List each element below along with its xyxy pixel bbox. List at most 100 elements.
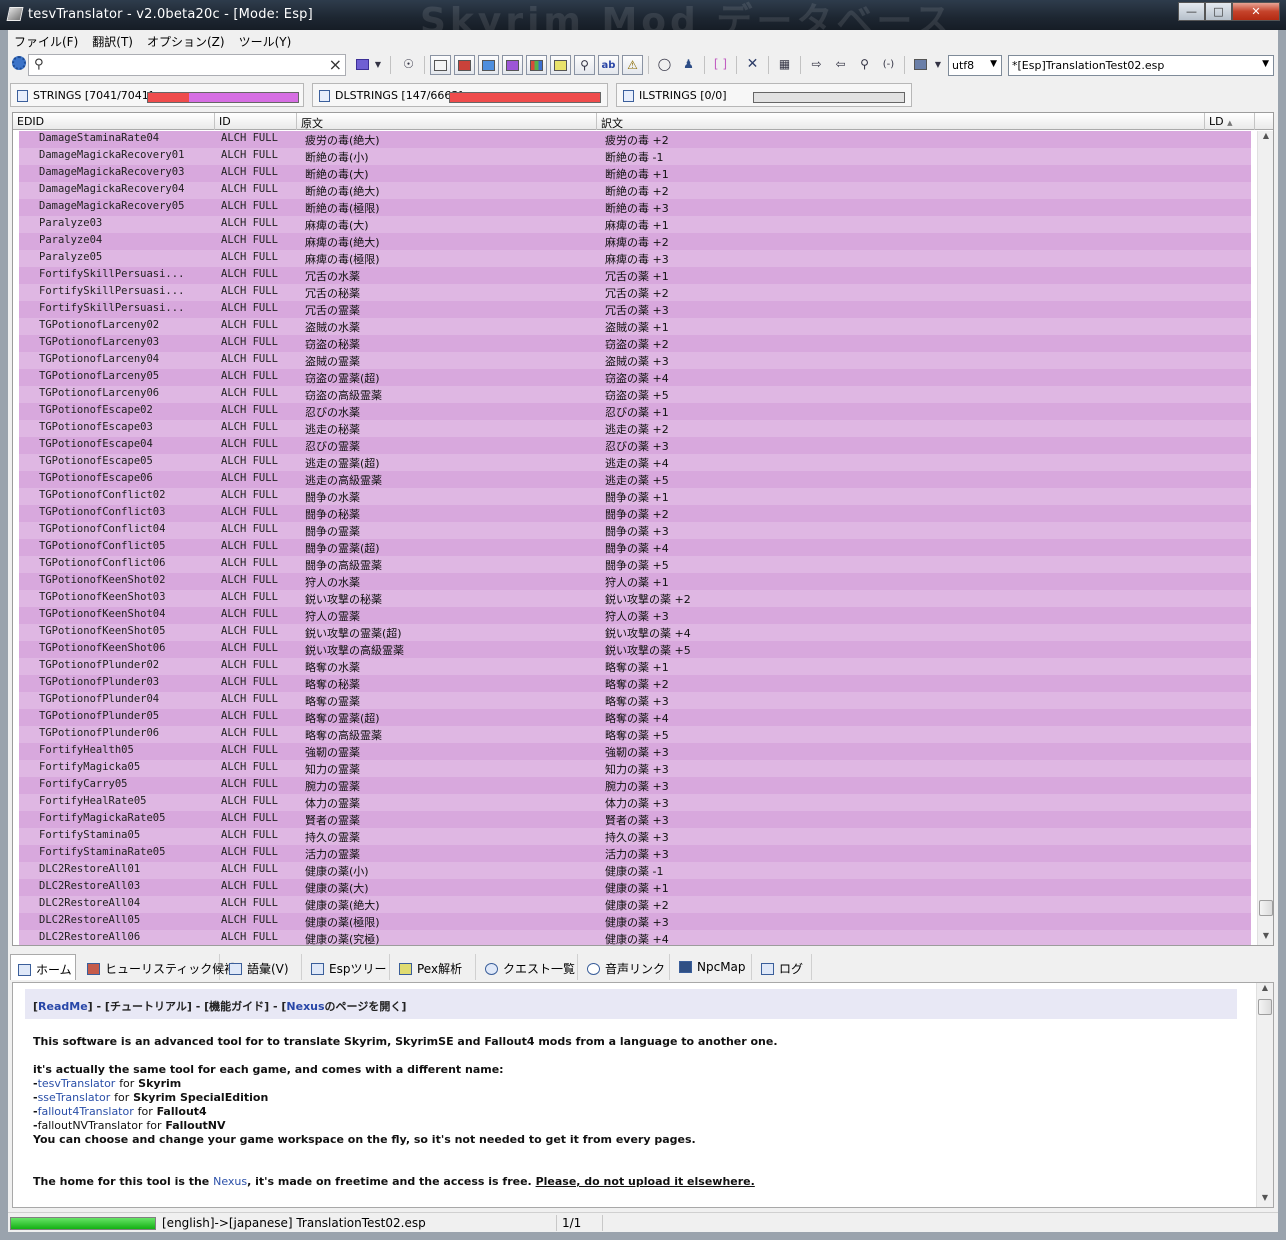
find-icon[interactable]: ⚲ (574, 55, 595, 75)
tesv-translator-link[interactable]: tesvTranslator (38, 1077, 116, 1090)
maximize-button[interactable]: □ (1205, 2, 1232, 21)
table-row[interactable]: FortifyHealRate05 ALCH FULL 体力の霊薬 体力の薬 +3 (19, 794, 1251, 811)
esp-file-select[interactable]: *[Esp]TranslationTest02.esp ▼ (1008, 55, 1274, 76)
clear-search-icon[interactable]: × (329, 55, 342, 74)
table-row[interactable]: TGPotionofKeenShot04 ALCH FULL 狩人の霊薬 狩人の薬 +… (19, 607, 1251, 624)
table-row[interactable]: TGPotionofKeenShot05 ALCH FULL 鋭い攻撃の霊薬(超) 鋭… (19, 624, 1251, 641)
tutorial-link[interactable]: チュートリアル (110, 1000, 187, 1013)
menu-options[interactable]: オプション(Z) (141, 30, 233, 50)
info-vertical-scrollbar[interactable]: ▲ ▼ (1256, 983, 1273, 1207)
table-row[interactable]: TGPotionofPlunder05 ALCH FULL 略奪の霊薬(超) 略奪の薬… (19, 709, 1251, 726)
comment-icon[interactable]: ◯ (654, 55, 675, 75)
scroll-down-icon[interactable]: ▼ (1258, 931, 1273, 945)
table-row[interactable]: FortifySkillPersuasi... ALCH FULL 冗舌の水薬 冗舌の… (19, 267, 1251, 284)
table-icon[interactable]: ▦ (774, 55, 795, 75)
scroll-up-icon[interactable]: ▲ (1258, 131, 1273, 145)
table-row[interactable]: DamageMagickaRecovery05 ALCH FULL 断絶の毒(極限)… (19, 199, 1251, 216)
bracket-icon[interactable]: [ ] (710, 55, 731, 75)
code-icon[interactable]: (-) (878, 55, 899, 75)
tab-esp-tree[interactable]: Espツリー (304, 954, 390, 980)
tab-pex[interactable]: Pex解析 (392, 954, 476, 980)
tab-npc-map[interactable]: NpcMap (672, 954, 752, 980)
table-row[interactable]: TGPotionofConflict04 ALCH FULL 闘争の霊薬 闘争の薬 +… (19, 522, 1251, 539)
table-row[interactable]: FortifyMagickaRate05 ALCH FULL 賢者の霊薬 賢者の薬 +… (19, 811, 1251, 828)
readme-link[interactable]: ReadMe (38, 1000, 88, 1013)
table-row[interactable]: Paralyze04 ALCH FULL 麻痺の毒(絶大) 麻痺の毒 +2 (19, 233, 1251, 250)
table-row[interactable]: FortifyMagicka05 ALCH FULL 知力の霊薬 知力の薬 +3 (19, 760, 1251, 777)
export-icon[interactable]: ⇨ (806, 55, 827, 75)
table-row[interactable]: DamageMagickaRecovery01 ALCH FULL 断絶の毒(小) 断… (19, 148, 1251, 165)
table-row[interactable]: TGPotionofConflict05 ALCH FULL 闘争の霊薬(超) 闘争の… (19, 539, 1251, 556)
table-row[interactable]: TGPotionofEscape06 ALCH FULL 逃走の高級霊薬 逃走の薬 +… (19, 471, 1251, 488)
import-icon[interactable]: ⇦ (830, 55, 851, 75)
feature-guide-link[interactable]: 機能ガイド (209, 1000, 264, 1013)
table-row[interactable]: FortifySkillPersuasi... ALCH FULL 冗舌の霊薬 冗舌の… (19, 301, 1251, 318)
view-red-icon[interactable] (454, 55, 475, 75)
search-input[interactable] (51, 57, 341, 73)
table-row[interactable]: TGPotionofLarceny03 ALCH FULL 窃盗の秘薬 窃盗の薬 +2 (19, 335, 1251, 352)
table-row[interactable]: FortifyCarry05 ALCH FULL 腕力の霊薬 腕力の薬 +3 (19, 777, 1251, 794)
settings-gear-icon[interactable] (12, 56, 26, 70)
view-purple-icon[interactable] (502, 55, 523, 75)
table-row[interactable]: DLC2RestoreAll03 ALCH FULL 健康の薬(大) 健康の薬 +1 (19, 879, 1251, 896)
table-row[interactable]: TGPotionofKeenShot06 ALCH FULL 鋭い攻撃の高級霊薬 鋭い… (19, 641, 1251, 658)
view-yellow-icon[interactable] (550, 55, 571, 75)
tab-voice-link[interactable]: 音声リンク (580, 954, 670, 980)
info-scroll-up-icon[interactable]: ▲ (1257, 983, 1273, 997)
grid-vertical-scrollbar[interactable]: ▲ ▼ (1257, 131, 1273, 945)
col-header-translation[interactable]: 訳文 (597, 113, 1205, 130)
table-row[interactable]: Paralyze03 ALCH FULL 麻痺の毒(大) 麻痺の毒 +1 (19, 216, 1251, 233)
tab-home[interactable]: ホーム (10, 954, 76, 980)
minimize-button[interactable]: — (1178, 2, 1205, 21)
table-row[interactable]: TGPotionofLarceny04 ALCH FULL 盗賊の霊薬 盗賊の薬 +3 (19, 352, 1251, 369)
fallout4-translator-link[interactable]: fallout4Translator (38, 1105, 134, 1118)
warning-icon[interactable]: ⚠ (622, 55, 643, 75)
filter-back-icon[interactable] (352, 55, 373, 75)
col-header-id[interactable]: ID (215, 113, 297, 130)
menu-file[interactable]: ファイル(F) (8, 30, 86, 50)
table-row[interactable]: TGPotionofPlunder03 ALCH FULL 略奪の秘薬 略奪の薬 +2 (19, 675, 1251, 692)
table-row[interactable]: TGPotionofPlunder02 ALCH FULL 略奪の水薬 略奪の薬 +1 (19, 658, 1251, 675)
info-scroll-thumb[interactable] (1258, 999, 1272, 1015)
view-blue-icon[interactable] (478, 55, 499, 75)
table-row[interactable]: DamageMagickaRecovery04 ALCH FULL 断絶の毒(絶大)… (19, 182, 1251, 199)
table-row[interactable]: DamageStaminaRate04 ALCH FULL 疲労の毒(絶大) 疲労の毒… (19, 131, 1251, 148)
tab-quest-list[interactable]: クエスト一覧 (478, 954, 578, 980)
search-user-icon[interactable]: ⚲ (854, 55, 875, 75)
view-multicolor-icon[interactable] (526, 55, 547, 75)
nexus-link[interactable]: Nexus (213, 1175, 247, 1188)
ilstrings-tab[interactable]: ILSTRINGS [0/0] (616, 83, 912, 107)
filter-dropdown-icon[interactable]: ▼ (372, 55, 384, 75)
strings-tab[interactable]: STRINGS [7041/7041] (10, 83, 304, 107)
col-header-source[interactable]: 原文 (297, 113, 597, 130)
table-row[interactable]: TGPotionofConflict02 ALCH FULL 闘争の水薬 闘争の薬 +… (19, 488, 1251, 505)
table-row[interactable]: FortifyHealth05 ALCH FULL 強靭の霊薬 強靭の薬 +3 (19, 743, 1251, 760)
table-row[interactable]: TGPotionofLarceny02 ALCH FULL 盗賊の水薬 盗賊の薬 +1 (19, 318, 1251, 335)
nexus-page-link[interactable]: Nexusのページを開く (286, 1000, 401, 1013)
tab-log[interactable]: ログ (754, 954, 812, 980)
table-row[interactable]: TGPotionofEscape04 ALCH FULL 忍びの霊薬 忍びの薬 +3 (19, 437, 1251, 454)
table-row[interactable]: TGPotionofLarceny05 ALCH FULL 窃盗の霊薬(超) 窃盗の薬… (19, 369, 1251, 386)
close-button[interactable]: ✕ (1232, 2, 1280, 21)
table-row[interactable]: DLC2RestoreAll01 ALCH FULL 健康の薬(小) 健康の薬 -1 (19, 862, 1251, 879)
table-row[interactable]: TGPotionofPlunder06 ALCH FULL 略奪の高級霊薬 略奪の薬 … (19, 726, 1251, 743)
delete-icon[interactable]: ✕ (742, 55, 763, 75)
table-row[interactable]: DamageMagickaRecovery03 ALCH FULL 断絶の毒(大) 断… (19, 165, 1251, 182)
table-row[interactable]: TGPotionofEscape03 ALCH FULL 逃走の秘薬 逃走の薬 +2 (19, 420, 1251, 437)
table-row[interactable]: TGPotionofEscape02 ALCH FULL 忍びの水薬 忍びの薬 +1 (19, 403, 1251, 420)
info-scroll-down-icon[interactable]: ▼ (1257, 1193, 1273, 1207)
table-row[interactable]: TGPotionofKeenShot03 ALCH FULL 鋭い攻撃の秘薬 鋭い攻撃… (19, 590, 1251, 607)
table-row[interactable]: FortifyStaminaRate05 ALCH FULL 活力の霊薬 活力の薬 +… (19, 845, 1251, 862)
view-list-icon[interactable] (430, 55, 451, 75)
col-header-ld[interactable]: LD ▲ (1205, 113, 1255, 130)
table-row[interactable]: Paralyze05 ALCH FULL 麻痺の毒(極限) 麻痺の毒 +3 (19, 250, 1251, 267)
dlstrings-tab[interactable]: DLSTRINGS [147/6663] (312, 83, 608, 107)
table-row[interactable]: DLC2RestoreAll06 ALCH FULL 健康の薬(究極) 健康の薬 +4 (19, 930, 1251, 945)
spellcheck-icon[interactable]: ab (598, 55, 619, 75)
tab-vocabulary[interactable]: 語彙(V) (222, 954, 302, 980)
tab-heuristic[interactable]: ヒューリスティック候補 (80, 954, 236, 980)
grid-scroll-thumb[interactable] (1259, 899, 1273, 916)
table-row[interactable]: FortifySkillPersuasi... ALCH FULL 冗舌の秘薬 冗舌の… (19, 284, 1251, 301)
target-icon[interactable]: ☉ (398, 55, 419, 75)
table-row[interactable]: TGPotionofKeenShot02 ALCH FULL 狩人の水薬 狩人の薬 +… (19, 573, 1251, 590)
